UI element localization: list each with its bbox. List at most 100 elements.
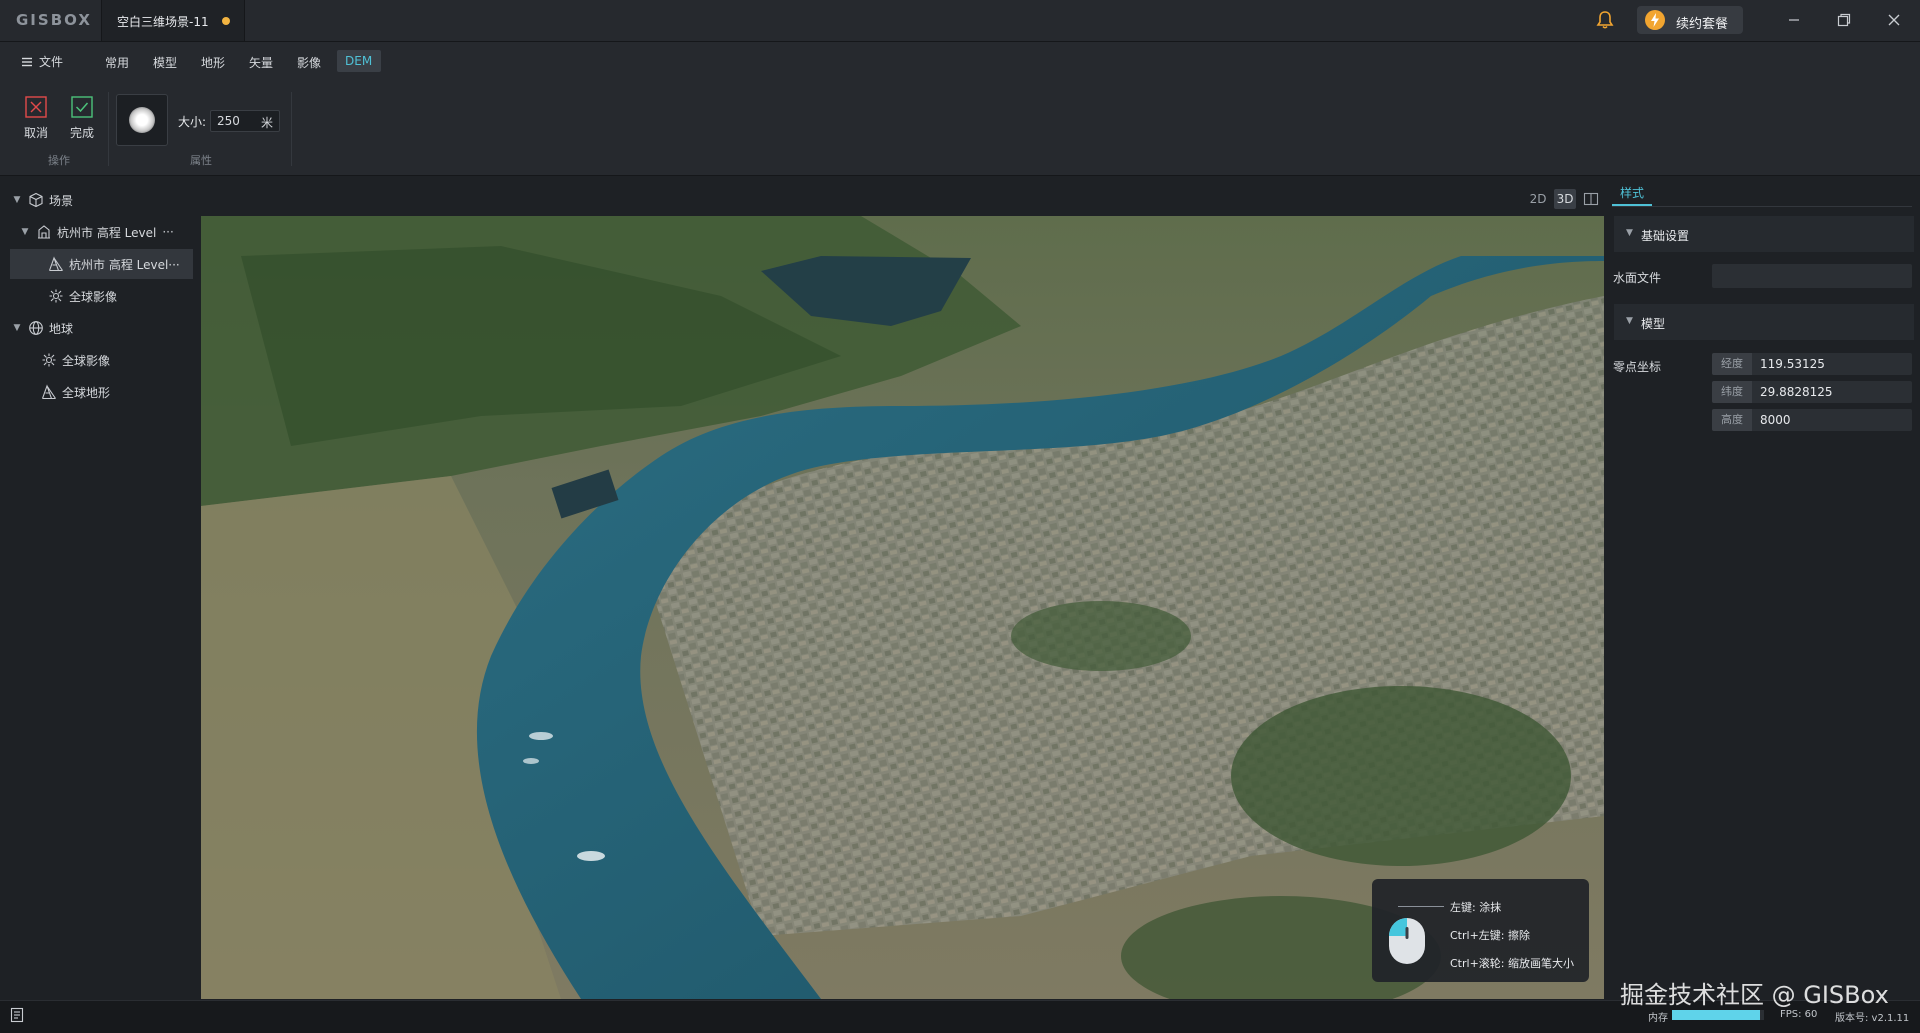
version-label: 版本号: v2.1.11 xyxy=(1835,1013,1910,1024)
cancel-icon xyxy=(18,96,54,118)
more-icon[interactable]: ··· xyxy=(162,225,173,239)
tab-dem[interactable]: DEM xyxy=(337,50,381,72)
caret-down-icon: ▼ xyxy=(1626,228,1633,238)
tab-common[interactable]: 常用 xyxy=(105,54,129,71)
menu-bar: 文件 常用 模型 地形 矢量 影像 DEM xyxy=(0,42,1920,80)
tree-label: 全球影像 xyxy=(62,353,111,368)
hint-left-click: 左键: 涂抹 xyxy=(1450,901,1502,914)
tree-label: 地球 xyxy=(49,321,74,336)
title-bar xyxy=(0,0,1920,42)
fps-label: FPS: 60 xyxy=(1780,1009,1818,1020)
hint-leader-line xyxy=(1398,906,1444,907)
building-icon xyxy=(36,224,52,240)
split-view-icon[interactable] xyxy=(1583,191,1599,207)
tab-model[interactable]: 模型 xyxy=(153,54,177,71)
cancel-label: 取消 xyxy=(23,126,48,140)
property-panel xyxy=(1605,176,1920,999)
tree-node-globe-imagery[interactable]: 全球影像 xyxy=(41,345,197,375)
height-value: 8000 xyxy=(1760,413,1791,427)
tab-imagery[interactable]: 影像 xyxy=(297,54,321,71)
globe-icon xyxy=(28,320,44,336)
check-icon xyxy=(64,96,100,118)
tree-node-hangzhou-dem[interactable]: ▼ 杭州市 高程 Level ··· xyxy=(20,217,197,247)
tree-label: 全球影像 xyxy=(69,289,118,304)
brush-preview[interactable] xyxy=(116,94,168,146)
longitude-field[interactable]: 经度 119.53125 xyxy=(1712,353,1912,375)
size-input[interactable]: 250 米 xyxy=(210,110,280,132)
section-model[interactable]: ▼ 模型 xyxy=(1614,304,1914,340)
terrain-icon xyxy=(41,384,57,400)
ribbon-divider xyxy=(291,92,292,166)
section-title: 模型 xyxy=(1641,317,1666,331)
view-2d-button[interactable]: 2D xyxy=(1527,189,1549,209)
hamburger-icon xyxy=(20,55,34,69)
tree-node-global-imagery[interactable]: 全球影像 xyxy=(48,281,197,311)
map-viewport[interactable]: 左键: 涂抹 Ctrl+左键: 擦除 Ctrl+滚轮: 缩放画笔大小 xyxy=(201,216,1604,999)
tab-style[interactable]: 样式 xyxy=(1620,184,1644,201)
tree-node-hangzhou-dem-layer[interactable]: 杭州市 高程 Level··· xyxy=(10,249,193,279)
view-3d-button[interactable]: 3D xyxy=(1554,189,1576,209)
tab-vector[interactable]: 矢量 xyxy=(249,54,273,71)
restore-icon[interactable] xyxy=(1834,10,1854,30)
brush-hint-panel: 左键: 涂抹 Ctrl+左键: 擦除 Ctrl+滚轮: 缩放画笔大小 xyxy=(1372,879,1589,982)
watermark-text: 掘金技术社区 @ GISBox xyxy=(1620,981,1889,1009)
hint-ctrl-wheel: Ctrl+滚轮: 缩放画笔大小 xyxy=(1450,957,1574,970)
origin-coordinate-label: 零点坐标 xyxy=(1613,360,1662,374)
property-group-label: 属性 xyxy=(190,154,212,167)
bell-icon[interactable] xyxy=(1595,10,1615,30)
latitude-field[interactable]: 纬度 29.8828125 xyxy=(1712,381,1912,403)
section-title: 基础设置 xyxy=(1641,229,1690,243)
tab-terrain[interactable]: 地形 xyxy=(201,54,225,71)
tree-label: 杭州市 高程 Level xyxy=(57,225,157,240)
cancel-button[interactable]: 取消 xyxy=(18,96,54,141)
close-icon[interactable] xyxy=(1884,10,1904,30)
tree-node-scene[interactable]: ▼ 场景 xyxy=(12,185,197,215)
imagery-icon xyxy=(48,288,64,304)
section-basic-settings[interactable]: ▼ 基础设置 xyxy=(1614,216,1914,252)
mouse-icon xyxy=(1388,917,1426,965)
cube-icon xyxy=(28,192,44,208)
water-file-field[interactable] xyxy=(1712,264,1912,288)
document-tab-title: 空白三维场景-11 xyxy=(117,15,209,29)
tab-divider xyxy=(1612,206,1912,207)
done-label: 完成 xyxy=(69,126,94,140)
caret-down-icon[interactable]: ▼ xyxy=(20,227,30,237)
ribbon-divider xyxy=(108,92,109,166)
longitude-value: 119.53125 xyxy=(1760,357,1825,371)
document-tab[interactable]: 空白三维场景-11 xyxy=(101,0,245,41)
log-icon[interactable] xyxy=(10,1007,24,1023)
file-menu[interactable]: 文件 xyxy=(20,53,63,70)
terrain-icon xyxy=(48,256,64,272)
imagery-icon xyxy=(41,352,57,368)
renew-plan-button[interactable]: 续约套餐 xyxy=(1637,6,1743,34)
caret-down-icon[interactable]: ▼ xyxy=(12,323,22,333)
tree-label: 杭州市 高程 Level··· xyxy=(69,257,180,272)
done-button[interactable]: 完成 xyxy=(64,96,100,141)
memory-label: 内存 xyxy=(1648,1013,1668,1024)
minimize-icon[interactable] xyxy=(1784,10,1804,30)
app-logo: GISBOX xyxy=(16,11,92,29)
latitude-key: 纬度 xyxy=(1712,381,1752,403)
lightning-icon xyxy=(1645,10,1665,30)
height-field[interactable]: 高度 8000 xyxy=(1712,409,1912,431)
tree-label: 全球地形 xyxy=(62,385,111,400)
size-unit: 米 xyxy=(260,116,273,130)
size-value: 250 xyxy=(217,114,240,128)
tree-node-globe-terrain[interactable]: 全球地形 xyxy=(41,377,197,407)
file-menu-label: 文件 xyxy=(39,55,64,69)
hint-ctrl-left-click: Ctrl+左键: 擦除 xyxy=(1450,929,1530,942)
caret-down-icon: ▼ xyxy=(1626,316,1633,326)
tree-label: 场景 xyxy=(49,193,74,208)
memory-bar-fill xyxy=(1672,1010,1761,1020)
tree-node-globe[interactable]: ▼ 地球 xyxy=(12,313,197,343)
longitude-key: 经度 xyxy=(1712,353,1752,375)
caret-down-icon[interactable]: ▼ xyxy=(12,195,22,205)
latitude-value: 29.8828125 xyxy=(1760,385,1833,399)
operation-group-label: 操作 xyxy=(48,154,70,167)
brush-dot xyxy=(129,107,155,133)
water-file-label: 水面文件 xyxy=(1613,271,1662,285)
tab-dem-label: DEM xyxy=(345,54,373,68)
unsaved-indicator xyxy=(222,17,230,25)
memory-bar xyxy=(1672,1010,1764,1020)
height-key: 高度 xyxy=(1712,409,1752,431)
